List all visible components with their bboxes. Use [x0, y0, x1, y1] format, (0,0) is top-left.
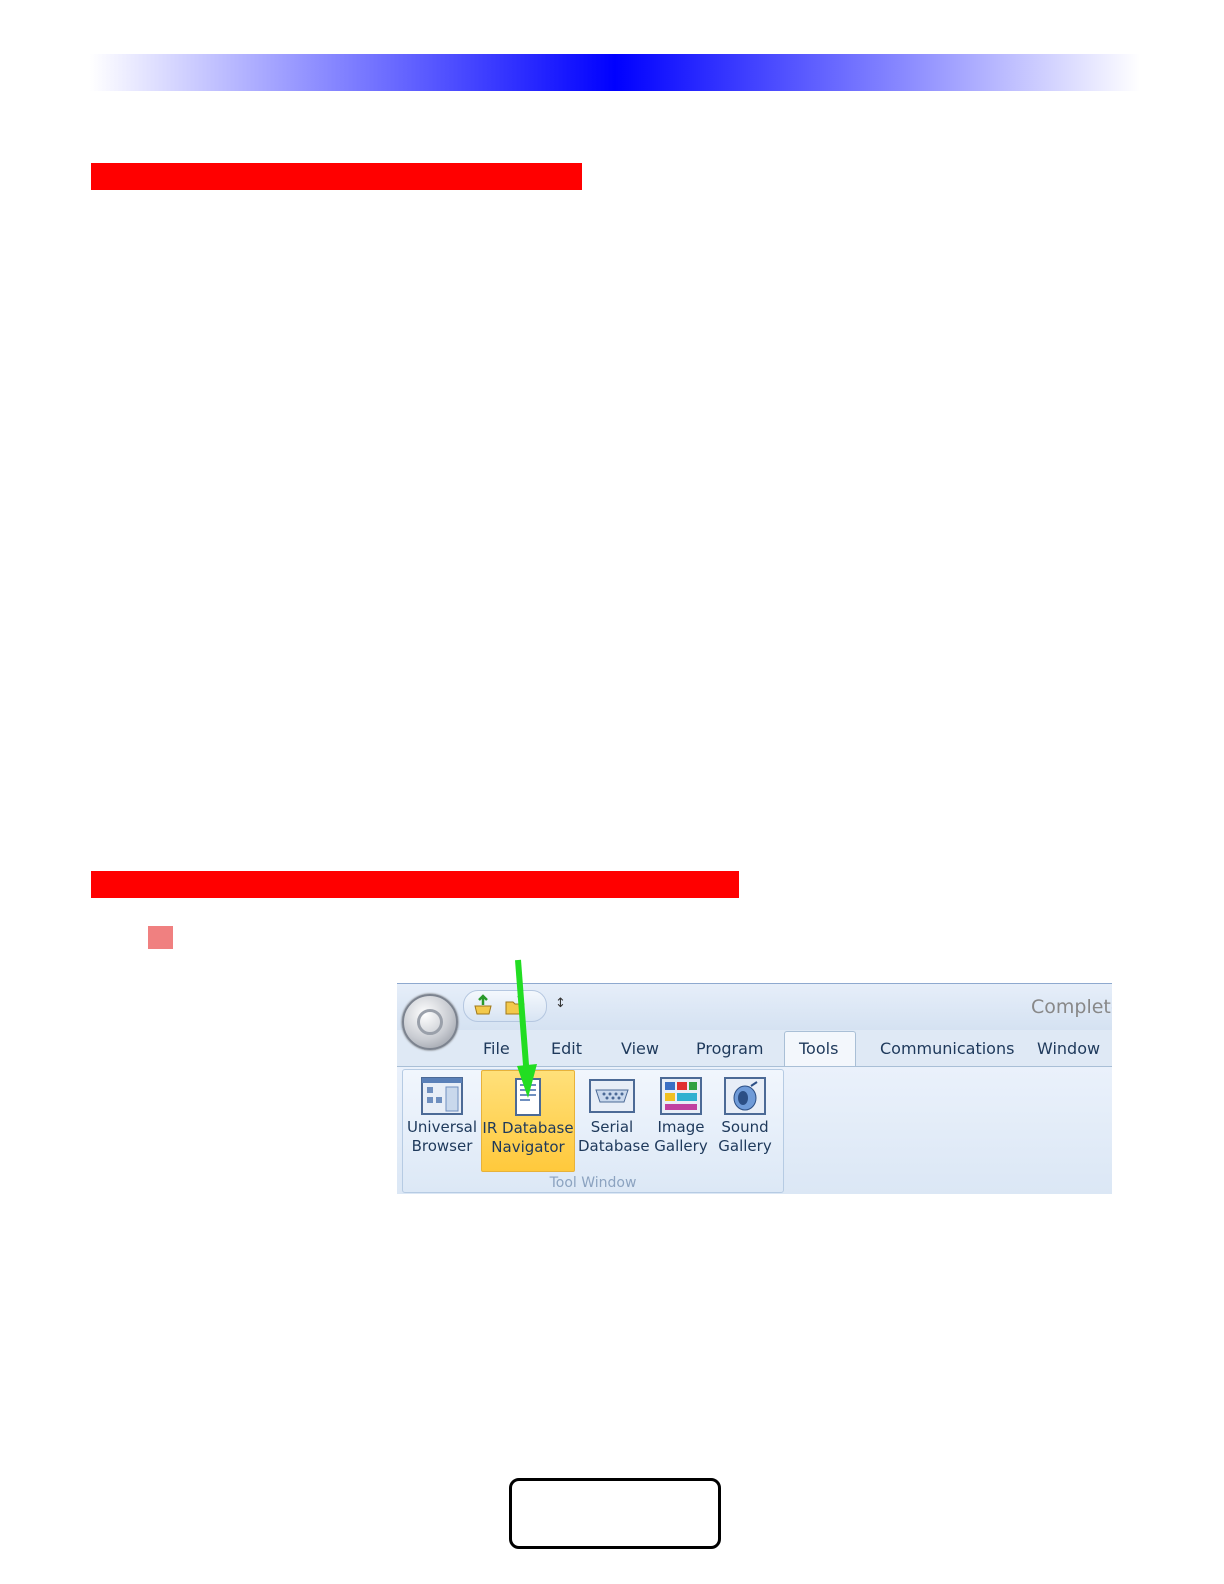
- image-gallery-button[interactable]: Image Gallery: [651, 1070, 711, 1170]
- tab-program[interactable]: Program: [696, 1039, 764, 1058]
- sound-gallery-button[interactable]: Sound Gallery: [715, 1070, 775, 1170]
- header-gradient-bar: [90, 54, 1140, 91]
- serial-database-button[interactable]: Serial Database: [578, 1070, 650, 1170]
- bullet-square: [148, 926, 173, 949]
- section-heading-bar-2: [91, 871, 739, 898]
- customize-qat-icon[interactable]: ↕: [555, 996, 566, 1011]
- image-gallery-icon: [660, 1077, 702, 1115]
- tool-label-line2: Navigator: [491, 1138, 565, 1156]
- tab-edit[interactable]: Edit: [551, 1039, 582, 1058]
- save-icon[interactable]: [472, 994, 494, 1016]
- sound-gallery-icon: [724, 1077, 766, 1115]
- tab-communications[interactable]: Communications: [880, 1039, 1014, 1058]
- tool-window-group: Universal Browser IR Database Navigator: [402, 1069, 784, 1193]
- page-number-box: [509, 1478, 721, 1549]
- tool-label-line2: Gallery: [718, 1137, 772, 1155]
- serial-database-icon: [589, 1079, 635, 1113]
- tool-label-line1: Image: [657, 1118, 705, 1136]
- tool-label-line2: Browser: [411, 1137, 473, 1155]
- tab-view[interactable]: View: [621, 1039, 659, 1058]
- tool-label-line1: Sound: [721, 1118, 769, 1136]
- application-menu-button[interactable]: [402, 994, 458, 1050]
- group-label: Tool Window: [549, 1175, 637, 1191]
- app-logo-icon: [417, 1009, 443, 1035]
- universal-browser-button[interactable]: Universal Browser: [406, 1070, 478, 1170]
- tool-label-line1: IR Database: [482, 1119, 574, 1137]
- tool-label-line1: Serial: [590, 1118, 634, 1136]
- universal-browser-icon: [421, 1077, 463, 1115]
- section-heading-bar-1: [91, 163, 582, 190]
- tab-window[interactable]: Window: [1037, 1039, 1100, 1058]
- tool-label-line1: Universal: [406, 1118, 478, 1136]
- tool-label-line2: Database: [578, 1137, 650, 1155]
- tool-label-line2: Gallery: [654, 1137, 708, 1155]
- window-title: Complete: [1031, 996, 1112, 1018]
- tab-tools[interactable]: Tools: [799, 1039, 838, 1058]
- green-arrow-icon: [515, 959, 537, 1098]
